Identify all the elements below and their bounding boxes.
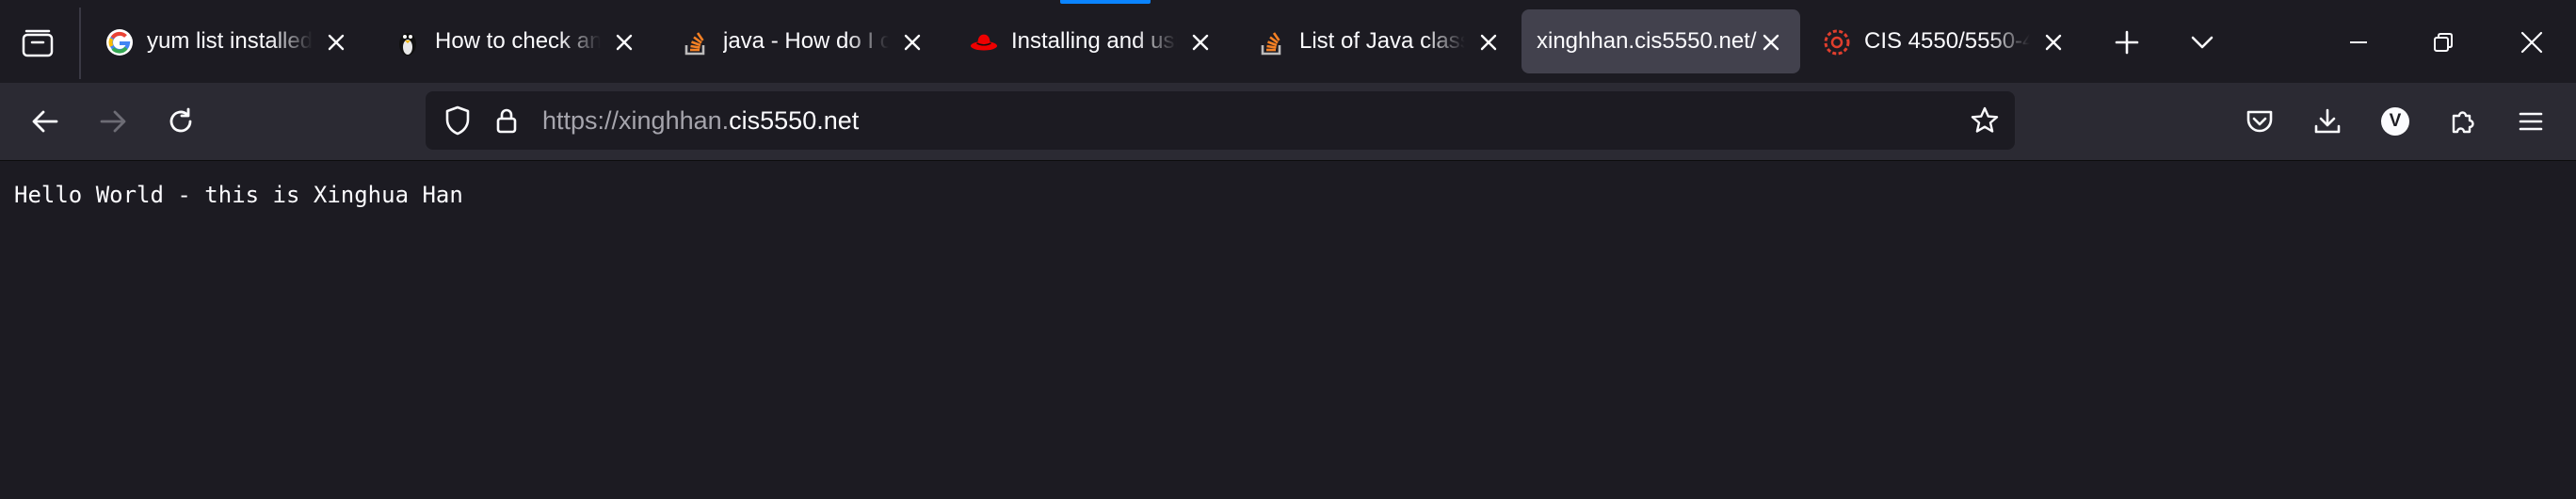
- save-to-pocket-button[interactable]: [2235, 97, 2284, 146]
- stackoverflow-icon: [682, 28, 710, 56]
- bookmark-star-icon[interactable]: [1966, 102, 2004, 139]
- extensions-button[interactable]: [2439, 97, 2487, 146]
- tab-label: Installing and usin: [1011, 28, 1177, 54]
- reload-icon: [167, 107, 195, 136]
- tab-label: xinghhan.cis5550.net/: [1537, 28, 1757, 54]
- tracking-protection-shield-icon[interactable]: [439, 102, 476, 139]
- reload-button[interactable]: [156, 97, 205, 146]
- tab-yum-list[interactable]: yum list installed: [87, 9, 365, 73]
- firefox-view-button[interactable]: [13, 19, 62, 66]
- close-window-button[interactable]: [2508, 19, 2555, 66]
- tab-label: java - How do I co: [723, 28, 889, 54]
- puzzle-piece-icon: [2449, 107, 2477, 136]
- close-icon: [2520, 31, 2543, 54]
- firefox-view-icon: [22, 27, 54, 57]
- url-prefix: https://xinghhan.: [542, 106, 730, 135]
- close-icon[interactable]: [900, 30, 925, 55]
- minimize-icon: [2349, 40, 2368, 44]
- tab-java-how-do-i[interactable]: java - How do I co: [663, 9, 942, 73]
- navigation-toolbar: https://xinghhan.cis5550.net V: [0, 83, 2576, 160]
- url-display[interactable]: https://xinghhan.cis5550.net: [542, 91, 859, 150]
- arrow-left-icon: [31, 108, 59, 135]
- linux-penguin-icon: [394, 28, 422, 56]
- back-button[interactable]: [21, 97, 70, 146]
- page-content: Hello World - this is Xinghua Han: [0, 161, 2576, 499]
- plus-icon: [2114, 29, 2140, 56]
- tab-list-of-java-class[interactable]: List of Java class fi: [1239, 9, 1518, 73]
- close-icon[interactable]: [612, 30, 636, 55]
- downloads-button[interactable]: [2303, 97, 2352, 146]
- account-button[interactable]: V: [2371, 97, 2420, 146]
- tab-cis-4550-5550[interactable]: CIS 4550/5550-40: [1804, 9, 2083, 73]
- course-site-icon: [1823, 28, 1851, 56]
- restore-window-button[interactable]: [2420, 19, 2467, 66]
- forward-button[interactable]: [89, 97, 137, 146]
- page-loading-indicator: [1060, 0, 1151, 4]
- close-icon[interactable]: [1188, 30, 1213, 55]
- tab-how-to-check[interactable]: How to check and: [375, 9, 653, 73]
- close-icon[interactable]: [1476, 30, 1501, 55]
- close-icon[interactable]: [1759, 30, 1783, 55]
- tab-label: How to check and: [435, 28, 601, 54]
- application-menu-button[interactable]: [2506, 97, 2555, 146]
- arrow-right-icon: [99, 108, 127, 135]
- pocket-icon: [2246, 108, 2274, 135]
- lock-icon[interactable]: [488, 102, 525, 139]
- url-host: cis5550.net: [729, 106, 860, 135]
- google-icon: [105, 28, 134, 56]
- tab-strip: yum list installed How to check and java…: [0, 0, 2576, 83]
- stackoverflow-icon: [1258, 28, 1286, 56]
- new-tab-button[interactable]: [2103, 19, 2150, 66]
- avatar: V: [2381, 107, 2409, 136]
- list-all-tabs-button[interactable]: [2179, 19, 2226, 66]
- hamburger-menu-icon: [2518, 110, 2544, 133]
- avatar-initial: V: [2389, 111, 2402, 131]
- tab-label: List of Java class fi: [1299, 28, 1465, 54]
- tab-label: yum list installed: [147, 28, 313, 54]
- page-body-text: Hello World - this is Xinghua Han: [14, 182, 463, 208]
- tab-label: CIS 4550/5550-40: [1864, 28, 2030, 54]
- tab-xinghhan-cis5550[interactable]: xinghhan.cis5550.net/: [1521, 9, 1800, 73]
- chevron-down-icon: [2190, 35, 2214, 50]
- download-icon: [2313, 107, 2342, 136]
- tab-strip-divider: [79, 8, 81, 79]
- redhat-icon: [970, 28, 998, 56]
- minimize-window-button[interactable]: [2335, 19, 2382, 66]
- close-icon[interactable]: [324, 30, 348, 55]
- restore-icon: [2433, 32, 2454, 53]
- address-bar[interactable]: https://xinghhan.cis5550.net: [426, 91, 2015, 150]
- tab-installing-and-using[interactable]: Installing and usin: [951, 9, 1230, 73]
- close-icon[interactable]: [2041, 30, 2066, 55]
